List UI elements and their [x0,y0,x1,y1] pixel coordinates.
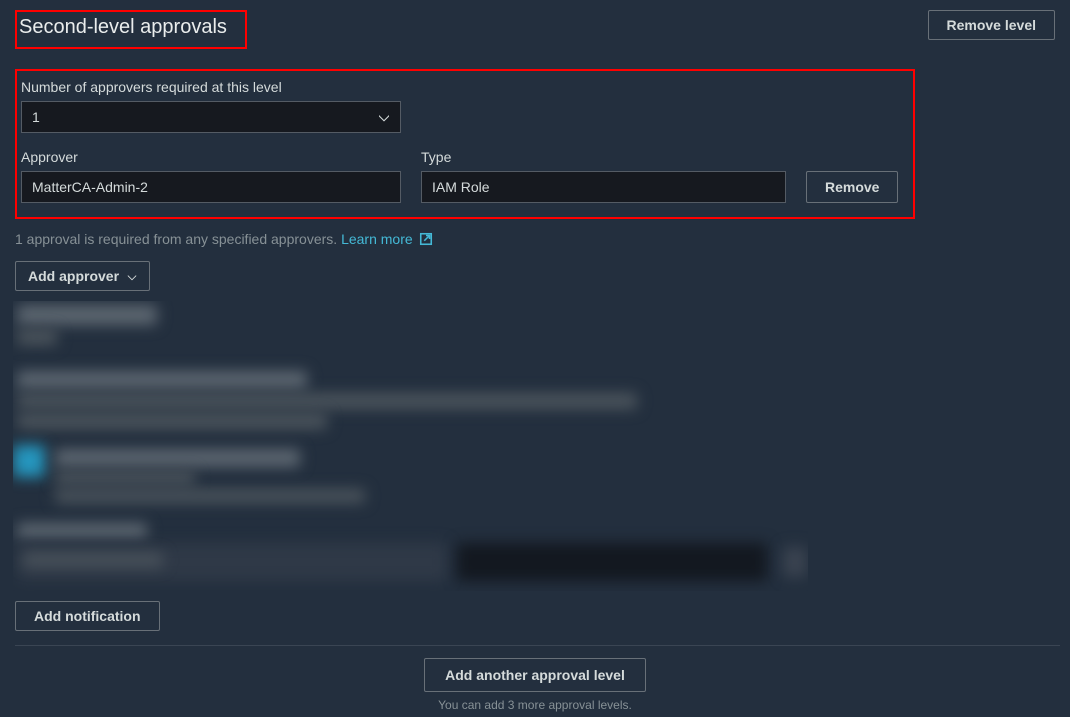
approver-value: MatterCA-Admin-2 [32,179,148,195]
add-notification-button[interactable]: Add notification [15,601,160,631]
add-approver-button[interactable]: Add approver [15,261,150,291]
type-value: IAM Role [432,179,490,195]
footer-help-text: You can add 3 more approval levels. [15,698,1055,712]
num-approvers-value: 1 [32,109,40,125]
approver-label: Approver [21,149,401,165]
remove-approver-button[interactable]: Remove [806,171,898,203]
blurred-content [13,301,808,591]
caret-down-icon [127,268,137,284]
learn-more-link[interactable]: Learn more [341,231,432,247]
caret-down-icon [378,109,390,125]
add-another-level-button[interactable]: Add another approval level [424,658,646,692]
helper-text: 1 approval is required from any specifie… [15,231,1055,249]
external-link-icon [419,232,433,249]
num-approvers-select[interactable]: 1 [21,101,401,133]
section-title: Second-level approvals [15,10,247,49]
type-input[interactable]: IAM Role [421,171,786,203]
num-approvers-label: Number of approvers required at this lev… [21,79,903,95]
divider [15,645,1060,646]
approval-level-config-box: Number of approvers required at this lev… [15,69,915,219]
approver-input[interactable]: MatterCA-Admin-2 [21,171,401,203]
remove-level-button[interactable]: Remove level [928,10,1056,40]
type-label: Type [421,149,786,165]
